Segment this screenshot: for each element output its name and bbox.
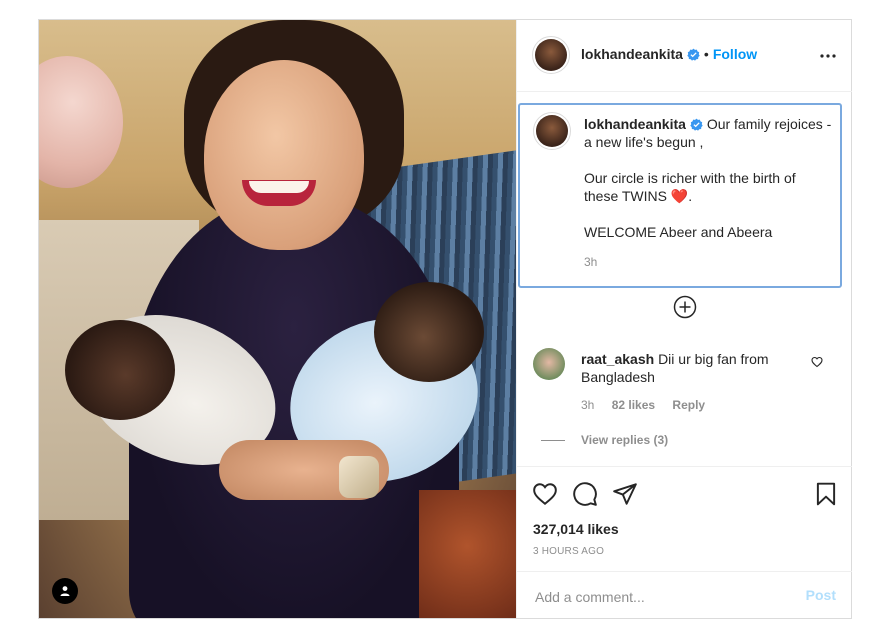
author-username[interactable]: lokhandeankita [581,46,683,62]
comment-like-icon[interactable] [811,356,823,368]
add-comment-input[interactable] [533,585,787,609]
post-header: lokhandeankita • Follow [517,20,852,92]
post-photo[interactable] [39,20,516,618]
heart-icon[interactable] [532,481,558,507]
commenter-username[interactable]: raat_akash [581,351,654,367]
commenter-avatar[interactable] [533,348,565,380]
post-actions: 327,014 likes 3 HOURS AGO Post [517,466,852,619]
photo-baby-left-head [65,320,175,420]
plus-circle-icon [673,295,697,319]
post-time-ago[interactable]: 3 HOURS AGO [533,546,604,557]
caption-text-block: lokhandeankita Our family rejoices - a n… [584,115,832,241]
caption-block: lokhandeankita Our family rejoices - a n… [518,103,842,288]
view-replies-label: View replies (3) [581,433,669,447]
replies-line [541,440,565,442]
bookmark-icon[interactable] [813,481,839,507]
verified-badge-icon [690,118,703,131]
caption-avatar[interactable] [533,112,571,150]
comment-icon[interactable] [572,481,598,507]
more-horizontal-icon [820,54,836,58]
send-icon[interactable] [612,481,638,507]
photo-teeth [249,181,309,193]
caption-body: Our family rejoices - a new life's begun… [584,116,832,240]
load-more-comments-button[interactable] [673,295,697,319]
view-replies-button[interactable]: View replies (3) [541,433,669,447]
post-card: lokhandeankita • Follow lokhandeankita Ou… [38,19,852,619]
photo-face [204,60,364,250]
photo-baby-right-head [374,282,484,382]
tagged-users-button[interactable] [52,578,78,604]
photo-cushion [419,490,516,618]
comment-time: 3h [581,398,595,412]
comment-text-block: raat_akash Dii ur big fan from Banglades… [581,350,801,386]
header-separator: • [703,46,709,62]
follow-button[interactable]: Follow [713,46,757,62]
user-tag-icon [60,586,70,596]
comment-likes[interactable]: 82 likes [612,398,655,412]
verified-badge-icon [687,48,700,61]
caption-username[interactable]: lokhandeankita [584,116,686,132]
more-options-button[interactable] [818,46,838,66]
post-sidebar: lokhandeankita • Follow lokhandeankita Ou… [516,20,852,618]
header-user-line: lokhandeankita • Follow [581,46,757,64]
post-comment-button[interactable]: Post [806,587,836,603]
comment-meta: 3h 82 likes Reply [581,398,719,412]
photo-watch [339,456,379,498]
header-divider [517,91,852,92]
likes-count[interactable]: 327,014 likes [533,521,619,537]
caption-time: 3h [584,255,598,269]
author-avatar[interactable] [532,36,570,74]
add-comment-bar: Post [517,571,852,620]
reply-button[interactable]: Reply [672,398,705,412]
